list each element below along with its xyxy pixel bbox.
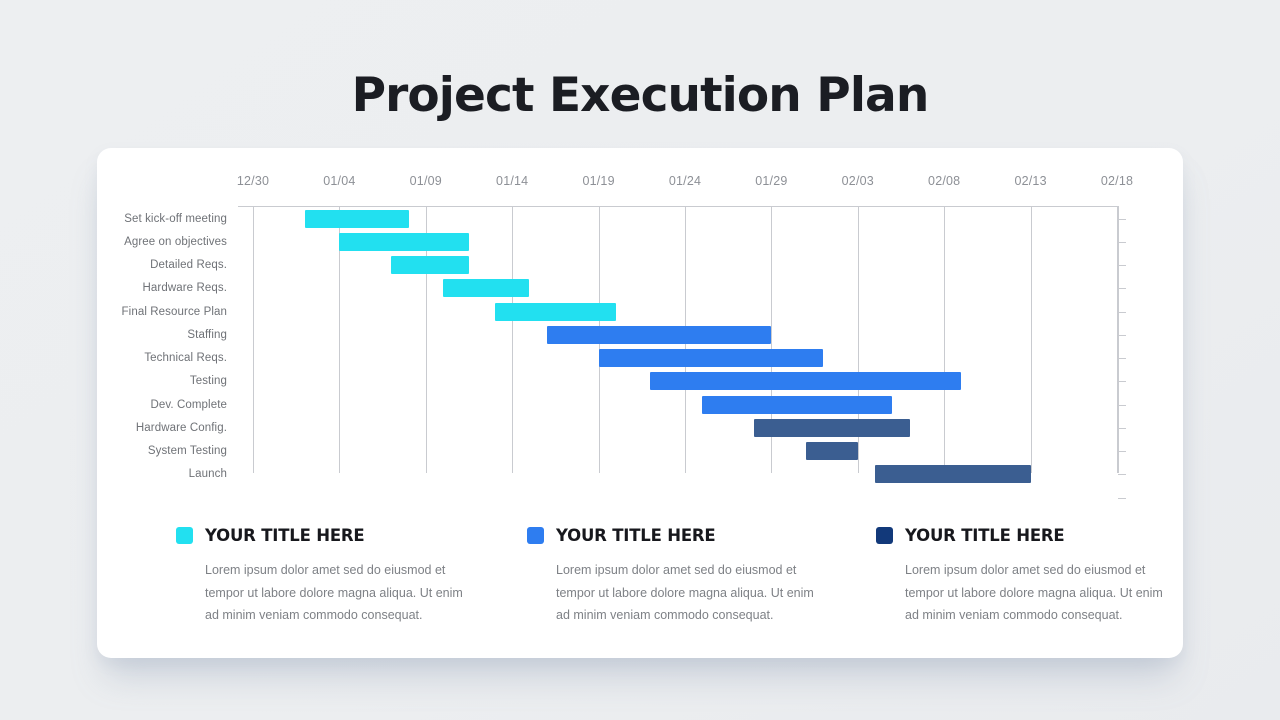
gantt-bar[interactable] — [443, 279, 530, 298]
gantt-bar[interactable] — [875, 465, 1031, 484]
axis-tick-label: 01/24 — [668, 174, 702, 188]
gantt-bar[interactable] — [754, 418, 910, 437]
gridline — [944, 206, 945, 473]
task-label: System Testing — [147, 445, 227, 458]
gridline — [253, 206, 254, 473]
legend-header: YOUR TITLE HERE — [176, 526, 476, 545]
task-label-column: Set kick-off meeting Agree on objectives D… — [97, 148, 227, 498]
legend-description: Lorem ipsum dolor amet sed do eiusmod et… — [905, 563, 1163, 622]
axis-tick-label: 01/29 — [755, 174, 788, 188]
axis-tick — [1118, 334, 1126, 336]
axis-tick — [1118, 427, 1126, 429]
gantt-bar[interactable] — [494, 302, 616, 321]
gridline — [1117, 206, 1118, 473]
gantt-bar[interactable] — [546, 325, 772, 344]
axis-tick — [1118, 381, 1126, 383]
task-label: Staffing — [187, 328, 227, 341]
legend-item: YOUR TITLE HERE Lorem ipsum dolor amet se… — [176, 526, 476, 627]
axis-tick — [1118, 241, 1126, 243]
gantt-bar[interactable] — [339, 232, 469, 251]
axis-tick-label: 01/14 — [496, 174, 529, 188]
legend-swatch-icon — [527, 527, 544, 544]
gantt-bar[interactable] — [805, 442, 858, 461]
gantt-bar[interactable] — [650, 372, 962, 391]
legend-title: YOUR TITLE HERE — [556, 526, 716, 545]
task-label: Set kick-off meeting — [124, 212, 227, 225]
chart-top-axis — [238, 206, 1119, 207]
axis-tick-label: 01/04 — [323, 174, 356, 188]
gridline — [1031, 206, 1032, 473]
task-label: Testing — [189, 375, 227, 388]
gantt-bar[interactable] — [304, 209, 409, 228]
legend-title: YOUR TITLE HERE — [205, 526, 365, 545]
legend: YOUR TITLE HERE Lorem ipsum dolor amet se… — [97, 526, 1183, 658]
content-card: 12/30 01/04 01/09 01/14 01/19 01/24 01/29 02/03… — [97, 148, 1183, 658]
page-title: Project Execution Plan — [351, 68, 930, 123]
axis-tick — [1118, 265, 1126, 267]
legend-swatch-icon — [876, 527, 893, 544]
task-label: Technical Reqs. — [144, 352, 227, 365]
legend-header: YOUR TITLE HERE — [527, 526, 827, 545]
axis-tick — [1118, 451, 1126, 453]
axis-tick-label: 02/03 — [841, 174, 874, 188]
legend-description: Lorem ipsum dolor amet sed do eiusmod et… — [556, 563, 814, 622]
legend-header: YOUR TITLE HERE — [876, 526, 1176, 545]
axis-tick — [1118, 358, 1126, 360]
gantt-chart: 12/30 01/04 01/09 01/14 01/19 01/24 01/29 02/03… — [97, 148, 1183, 499]
legend-item: YOUR TITLE HERE Lorem ipsum dolor amet se… — [527, 526, 827, 627]
axis-tick-label: 02/13 — [1014, 174, 1047, 188]
axis-tick — [1118, 404, 1126, 406]
legend-description: Lorem ipsum dolor amet sed do eiusmod et… — [205, 563, 463, 622]
legend-title: YOUR TITLE HERE — [905, 526, 1065, 545]
axis-tick-label: 01/19 — [582, 174, 615, 188]
chart-right-axis — [1118, 206, 1119, 473]
gantt-bar[interactable] — [391, 256, 469, 275]
axis-tick-label: 02/08 — [928, 174, 961, 188]
task-label: Dev. Complete — [150, 398, 227, 411]
task-label: Hardware Reqs. — [142, 282, 227, 295]
task-label: Detailed Reqs. — [150, 259, 227, 272]
axis-tick — [1118, 218, 1126, 220]
slide-root: Project Execution Plan 12/30 01/04 01/09 01… — [0, 0, 1280, 720]
gantt-bar[interactable] — [598, 349, 824, 368]
task-label: Final Resource Plan — [121, 305, 227, 318]
task-label: Hardware Config. — [135, 421, 227, 434]
task-label: Launch — [188, 468, 227, 481]
gantt-bar[interactable] — [702, 395, 893, 414]
axis-tick — [1118, 288, 1126, 290]
axis-tick — [1118, 497, 1126, 499]
task-label: Agree on objectives — [124, 235, 227, 248]
legend-swatch-icon — [176, 527, 193, 544]
axis-tick-label: 02/18 — [1100, 174, 1134, 188]
legend-item: YOUR TITLE HERE Lorem ipsum dolor amet se… — [876, 526, 1176, 627]
axis-tick-label: 01/09 — [409, 174, 442, 188]
axis-tick-label: 12/30 — [236, 174, 270, 188]
axis-tick — [1118, 474, 1126, 476]
axis-tick — [1118, 311, 1126, 313]
gridline — [512, 206, 513, 473]
